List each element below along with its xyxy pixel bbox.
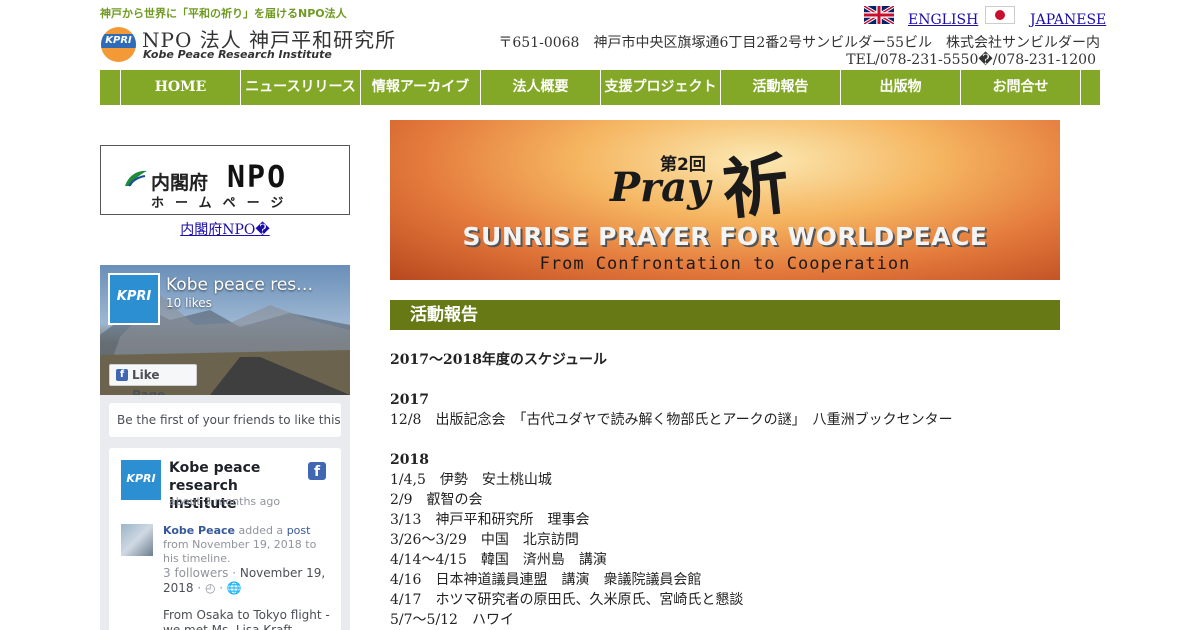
schedule-item: 5/7～5/12 ハワイ xyxy=(390,612,514,628)
activity-schedule: 2017～2018年度のスケジュール 2017 12/8 出版記念会 「古代ユダ… xyxy=(390,350,1070,630)
year-heading-2017: 2017 xyxy=(390,392,429,408)
fb-avatar-text: KPRI xyxy=(116,289,152,304)
fb-post-body: From Osaka to Tokyo flight - we met Ms. … xyxy=(163,608,330,630)
nav-publications[interactable]: 出版物 xyxy=(841,70,961,105)
fb-page-name[interactable]: Kobe peace res… xyxy=(166,275,316,295)
english-link[interactable]: ENGLISH xyxy=(908,12,978,28)
facebook-logo-icon[interactable]: f xyxy=(308,462,326,480)
banner-pray: Pray xyxy=(610,164,711,211)
fb-post-avatar[interactable]: KPRI xyxy=(121,460,161,500)
section-title: 活動報告 xyxy=(390,300,1060,330)
fb-likes-count: 10 likes xyxy=(166,296,212,310)
fb-post-avatar-text: KPRI xyxy=(126,472,156,485)
logo-text: KPRI xyxy=(105,35,132,46)
nav-news-release[interactable]: ニュースリリース xyxy=(241,70,361,105)
fb-post-time[interactable]: about 3 months ago xyxy=(169,495,280,508)
nav-activity-report[interactable]: 活動報告 xyxy=(721,70,841,105)
npo-banner-npo: NPO xyxy=(227,160,288,195)
nav-contact[interactable]: お問合せ xyxy=(961,70,1081,105)
nav-spacer xyxy=(100,70,121,105)
schedule-item: 4/17 ホツマ研究者の原田氏、久米原氏、宮崎氏と懇談 xyxy=(390,592,744,608)
schedule-item: 1/4,5 伊勢 安土桃山城 xyxy=(390,472,552,488)
banner-inori: 祈 xyxy=(718,144,793,230)
org-subtitle: Kobe Peace Research Institute xyxy=(143,48,332,61)
fb-share-author[interactable]: Kobe Peace xyxy=(163,524,235,537)
address-text: 〒651-0068 神戸市中央区旗塚通6丁目2番2号サンビルダー55ビル 株式会… xyxy=(498,35,1100,51)
site-tagline: 神戸から世界に「平和の祈り」を届けるNPO法人 xyxy=(100,7,347,20)
fb-share-post-link[interactable]: post xyxy=(287,524,311,537)
fb-share-text: Kobe Peace added a post from November 19… xyxy=(163,524,333,566)
npo-banner-line1: 内閣府 xyxy=(151,172,209,194)
tel-fax-text: TEL/078-231-5550�/078-231-1200 xyxy=(846,52,1096,68)
fb-cover-photo[interactable]: KPRI Kobe peace res… 10 likes f Like Pag… xyxy=(100,265,350,395)
schedule-item: 3/26～3/29 中国 北京訪問 xyxy=(390,532,579,548)
fb-post-card: KPRI Kobe peace research institute about… xyxy=(109,448,341,630)
fb-share-text-2: from November 19, 2018 to his timeline. xyxy=(163,538,317,565)
fb-like-label: Like Page xyxy=(132,368,166,395)
facebook-f-icon: f xyxy=(116,369,128,381)
kpri-logo[interactable]: KPRI xyxy=(101,27,136,62)
cabinet-office-npo-banner[interactable]: 内閣府 NPO ホームページ xyxy=(100,145,350,215)
fb-share-text-1: added a xyxy=(238,524,284,537)
japan-flag-icon[interactable] xyxy=(985,6,1015,24)
nav-corporate-overview[interactable]: 法人概要 xyxy=(481,70,601,105)
schedule-item: 4/14～4/15 韓国 済州島 講演 xyxy=(390,552,607,568)
facebook-page-widget: KPRI Kobe peace res… 10 likes f Like Pag… xyxy=(100,265,350,630)
nav-home[interactable]: HOME xyxy=(121,70,241,105)
schedule-item: 4/16 日本神道議員連盟 講演 衆議院議員会館 xyxy=(390,572,702,588)
fb-like-page-button[interactable]: f Like Page xyxy=(109,364,197,395)
uk-flag-icon[interactable] xyxy=(864,6,894,24)
cabinet-office-npo-link[interactable]: 内閣府NPO� xyxy=(100,219,350,239)
schedule-title: 2017～2018年度のスケジュール xyxy=(390,352,607,368)
fb-share-avatar[interactable] xyxy=(121,524,153,556)
fb-share-meta: 3 followers · November 19, 2018 · ◴ · 🌐 xyxy=(163,566,333,596)
fb-page-avatar[interactable]: KPRI xyxy=(108,273,160,325)
fb-friends-like-text: Be the first of your friends to like thi… xyxy=(109,403,341,437)
npo-banner-line2: ホームページ xyxy=(151,196,295,211)
year-heading-2018: 2018 xyxy=(390,452,429,468)
schedule-item: 3/13 神戸平和研究所 理事会 xyxy=(390,512,590,528)
leaf-icon xyxy=(125,170,147,187)
fb-share-followers: 3 followers · xyxy=(163,566,240,580)
sunrise-prayer-banner: 第2回 Pray 祈 SUNRISE PRAYER FOR WORLDPEACE… xyxy=(390,120,1060,280)
nav-info-archive[interactable]: 情報アーカイブ xyxy=(361,70,481,105)
main-nav: HOME ニュースリリース 情報アーカイブ 法人概要 支援プロジェクト 活動報告… xyxy=(100,70,1100,105)
japanese-link[interactable]: JAPANESE xyxy=(1030,12,1106,28)
schedule-item: 2/9 叡智の会 xyxy=(390,492,483,508)
fb-share-date-suffix: · ◴ · 🌐 xyxy=(193,581,242,595)
nav-support-project[interactable]: 支援プロジェクト xyxy=(601,70,721,105)
banner-subtitle: From Confrontation to Cooperation xyxy=(539,254,911,274)
banner-title: SUNRISE PRAYER FOR WORLDPEACE xyxy=(462,222,988,251)
schedule-item: 12/8 出版記念会 「古代ユダヤで読み解く物部氏とアークの謎」 八重洲ブックセ… xyxy=(390,412,953,428)
